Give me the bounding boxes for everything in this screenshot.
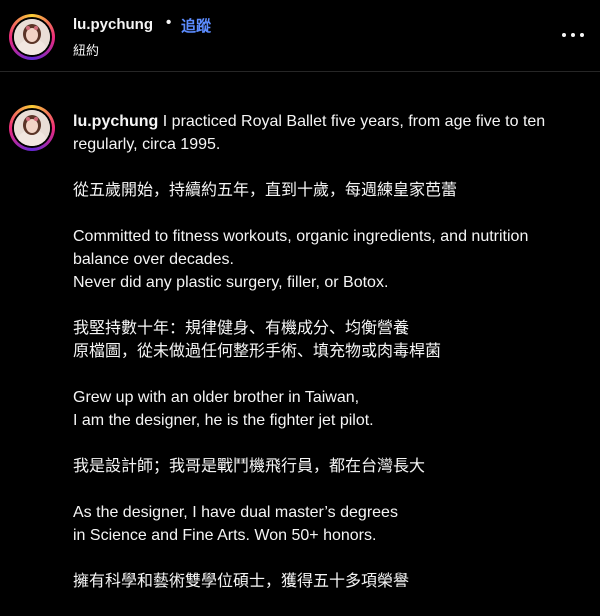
caption-paragraphs: 從五歲開始，持續約五年，直到十歲，每週練皇家芭蕾 Committed to fit… [73,179,588,593]
caption-paragraph: 我堅持數十年：規律健身、有機成分、均衡營養原檔圖，從未做過任何整形手術、填充物或… [73,317,588,363]
avatar[interactable] [9,14,55,60]
post-caption: lu.pychung I practiced Royal Ballet five… [73,110,588,616]
caption-paragraph: 我是設計師；我哥是戰鬥機飛行員，都在台灣長大 [73,455,588,478]
caption-lead: lu.pychung I practiced Royal Ballet five… [73,110,588,156]
caption-avatar[interactable] [9,105,55,151]
caption-line: As the designer, I have dual master’s de… [73,504,398,521]
caption-paragraph: As the designer, I have dual master’s de… [73,501,588,547]
caption-line: Grew up with an older brother in Taiwan, [73,389,360,406]
post-header: lu.pychung • 追蹤 紐約 [0,0,600,72]
header-username[interactable]: lu.pychung [73,16,153,33]
avatar-photo [14,110,50,146]
caption-line: 原檔圖，從未做過任何整形手術、填充物或肉毒桿菌 [73,343,442,360]
caption-paragraph: Grew up with an older brother in Taiwan,… [73,386,588,432]
caption-line: I am the designer, he is the fighter jet… [73,412,374,429]
location-label[interactable]: 紐約 [73,40,99,59]
separator-dot: • [166,14,172,31]
caption-paragraph: Committed to fitness workouts, organic i… [73,225,588,294]
avatar-photo [14,19,50,55]
follow-button[interactable]: 追蹤 [181,15,211,36]
caption-line: in Science and Fine Arts. Won 50+ honors… [73,527,377,544]
caption-line: Committed to fitness workouts, organic i… [73,228,529,268]
caption-line: Never did any plastic surgery, filler, o… [73,274,389,291]
more-options-icon[interactable] [560,28,586,42]
caption-line: 我是設計師；我哥是戰鬥機飛行員，都在台灣長大 [73,458,426,475]
caption-line: 我堅持數十年：規律健身、有機成分、均衡營養 [73,320,410,337]
caption-line: 從五歲開始，持續約五年，直到十歲，每週練皇家芭蕾 [73,182,458,199]
caption-username[interactable]: lu.pychung [73,113,158,130]
caption-paragraph: 從五歲開始，持續約五年，直到十歲，每週練皇家芭蕾 [73,179,588,202]
